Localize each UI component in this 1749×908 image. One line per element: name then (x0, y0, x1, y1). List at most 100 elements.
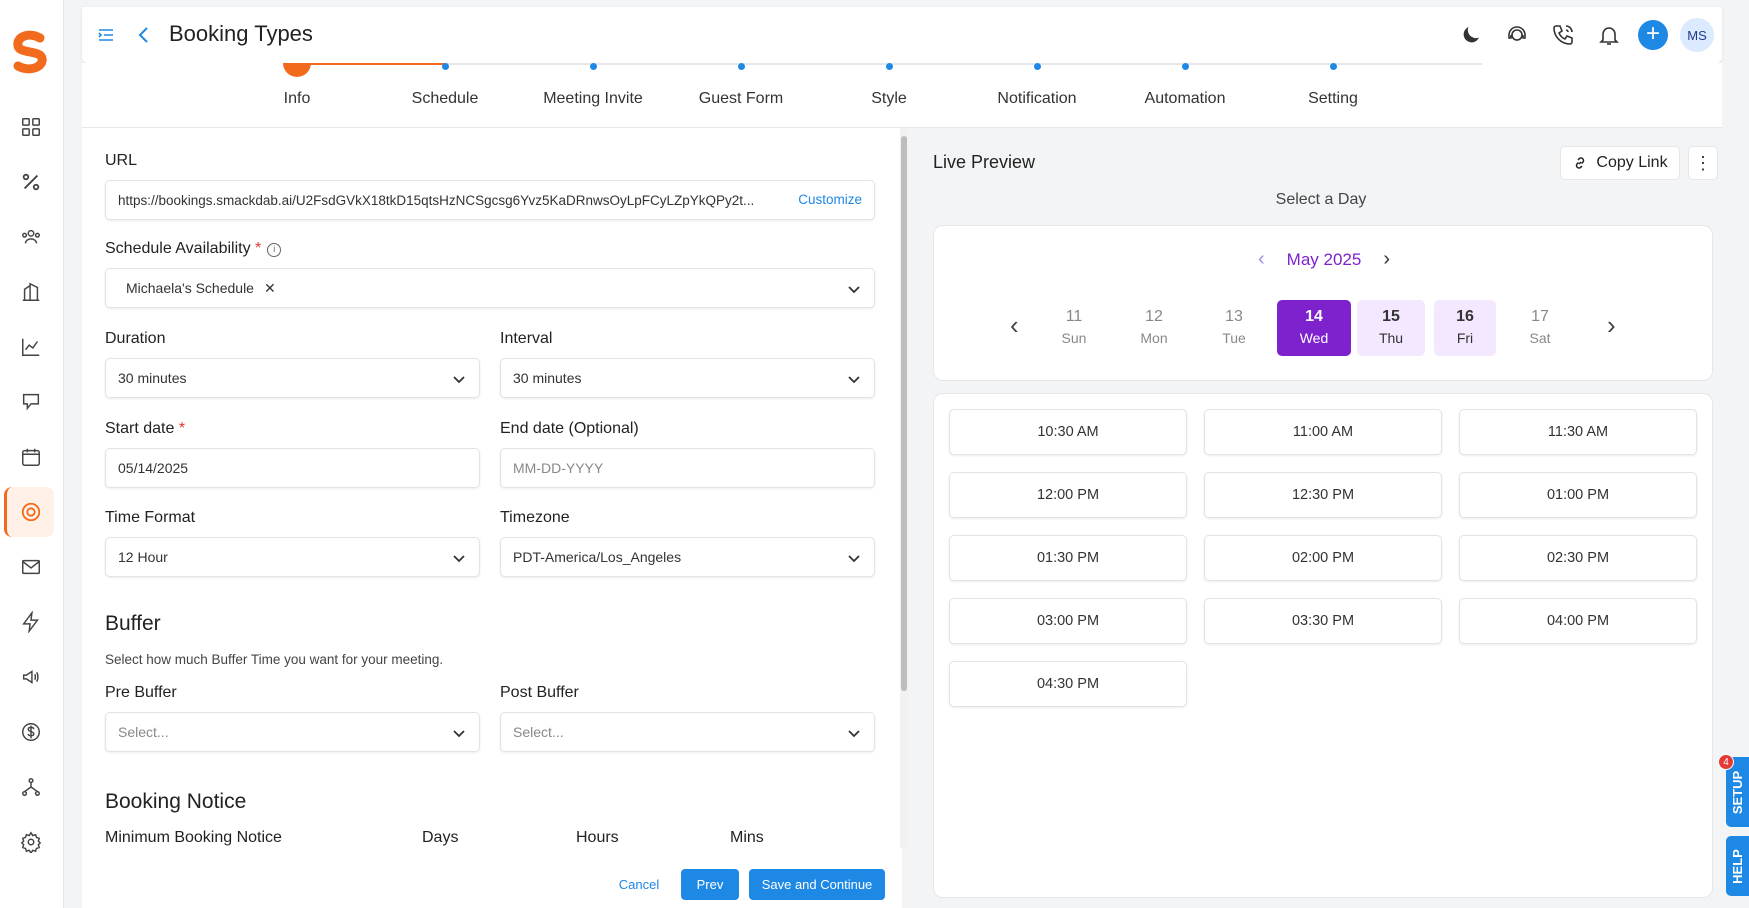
step-meeting-invite[interactable]: Meeting Invite (518, 63, 668, 107)
timezone-label: Timezone (500, 509, 570, 526)
step-info[interactable]: Info (222, 63, 372, 107)
more-options-icon[interactable]: ⋮ (1688, 146, 1718, 180)
remove-chip-icon[interactable]: ✕ (264, 280, 276, 297)
day-sun: 11 Sun (1061, 308, 1087, 346)
chevron-down-icon (453, 730, 465, 738)
time-slot[interactable]: 03:30 PM (1204, 598, 1442, 644)
help-tab[interactable]: HELP (1726, 836, 1749, 896)
end-date-input[interactable]: MM-DD-YYYY (500, 448, 875, 488)
chevron-down-icon (848, 730, 860, 738)
time-slots-card: 10:30 AM 11:00 AM 11:30 AM 12:00 PM 12:3… (933, 393, 1713, 898)
time-slot[interactable]: 01:30 PM (949, 535, 1187, 581)
support-agent-icon[interactable] (1500, 18, 1534, 52)
user-avatar[interactable]: MS (1680, 18, 1714, 52)
duration-select[interactable]: 30 minutes (105, 358, 480, 398)
time-slot[interactable]: 12:30 PM (1204, 472, 1442, 518)
next-week-chevron-icon[interactable]: › (1607, 310, 1616, 341)
booking-icon[interactable] (4, 487, 54, 537)
timezone-select[interactable]: PDT-America/Los_Angeles (500, 537, 875, 577)
prev-week-chevron-icon[interactable]: ‹ (1010, 310, 1019, 341)
post-buffer-select[interactable]: Select... (500, 712, 875, 752)
analytics-icon[interactable] (14, 330, 48, 364)
live-preview-title: Live Preview (933, 152, 1036, 172)
back-arrow-icon[interactable] (134, 25, 154, 45)
url-value: https://bookings.smackdab.ai/U2FsdGVkX18… (118, 192, 755, 208)
days-label: Days (422, 829, 459, 846)
url-field[interactable]: https://bookings.smackdab.ai/U2FsdGVkX18… (105, 180, 875, 220)
scrollbar-thumb[interactable] (901, 136, 907, 691)
sidebar (0, 0, 64, 908)
live-preview-panel: Live Preview Copy Link ⋮ Select a Day ‹ … (920, 128, 1722, 908)
app-logo[interactable] (10, 30, 50, 74)
interval-select[interactable]: 30 minutes (500, 358, 875, 398)
schedule-chip: Michaela's Schedule (126, 280, 254, 296)
chevron-down-icon (453, 555, 465, 563)
menu-toggle-icon[interactable] (96, 25, 116, 45)
contacts-icon[interactable] (14, 220, 48, 254)
lightning-icon[interactable] (14, 605, 48, 639)
page-title: Booking Types (169, 21, 313, 46)
time-slot[interactable]: 04:30 PM (949, 661, 1187, 707)
step-schedule[interactable]: Schedule (370, 63, 520, 107)
calendar-icon[interactable] (14, 440, 48, 474)
min-booking-notice-label: Minimum Booking Notice (105, 829, 282, 846)
customize-link[interactable]: Customize (798, 192, 862, 207)
info-icon[interactable]: i (267, 243, 282, 257)
step-guest-form[interactable]: Guest Form (666, 63, 816, 107)
chevron-down-icon (848, 555, 860, 563)
step-automation[interactable]: Automation (1110, 63, 1260, 107)
mins-label: Mins (730, 829, 764, 846)
mail-icon[interactable] (14, 550, 48, 584)
select-day-label: Select a Day (1275, 191, 1367, 208)
top-header: Booking Types + MS (82, 7, 1722, 63)
time-format-select[interactable]: 12 Hour (105, 537, 480, 577)
form-scrollbar[interactable] (900, 128, 908, 848)
settings-gear-icon[interactable] (14, 825, 48, 859)
month-label: May 2025 (1286, 249, 1362, 269)
notification-bell-icon[interactable] (1592, 18, 1626, 52)
prev-month-chevron-icon[interactable]: ‹ (1258, 248, 1265, 271)
schedule-availability-select[interactable]: Michaela's Schedule ✕ (105, 268, 875, 308)
time-slot[interactable]: 01:00 PM (1459, 472, 1697, 518)
time-slot[interactable]: 04:00 PM (1459, 598, 1697, 644)
day-thu[interactable]: 15 Thu (1357, 300, 1425, 356)
dark-mode-moon-icon[interactable] (1454, 18, 1488, 52)
time-slot[interactable]: 02:30 PM (1459, 535, 1697, 581)
day-wed-selected[interactable]: 14 Wed (1277, 300, 1351, 356)
workflow-icon[interactable] (14, 770, 48, 804)
hours-label: Hours (576, 829, 619, 846)
copy-link-button[interactable]: Copy Link (1560, 146, 1680, 180)
time-slot[interactable]: 03:00 PM (949, 598, 1187, 644)
pre-buffer-select[interactable]: Select... (105, 712, 480, 752)
add-new-plus-icon[interactable]: + (1638, 20, 1668, 50)
booking-notice-title: Booking Notice (105, 790, 247, 813)
time-slot[interactable]: 10:30 AM (949, 409, 1187, 455)
chevron-down-icon (848, 286, 860, 294)
cancel-button[interactable]: Cancel (604, 869, 674, 900)
start-date-label: Start date * (105, 420, 186, 437)
day-mon: 12 Mon (1140, 308, 1168, 346)
time-slot[interactable]: 11:30 AM (1459, 409, 1697, 455)
step-style[interactable]: Style (814, 63, 964, 107)
chevron-down-icon (848, 376, 860, 384)
percent-icon[interactable] (14, 165, 48, 199)
step-setting[interactable]: Setting (1258, 63, 1408, 107)
setup-badge: 4 (1718, 754, 1734, 770)
dashboard-icon[interactable] (14, 110, 48, 144)
tickets-icon[interactable] (14, 385, 48, 419)
prev-button[interactable]: Prev (681, 869, 739, 900)
phone-icon[interactable] (1546, 18, 1580, 52)
post-buffer-label: Post Buffer (500, 684, 579, 701)
time-slot[interactable]: 11:00 AM (1204, 409, 1442, 455)
day-fri[interactable]: 16 Fri (1434, 300, 1496, 356)
time-slot[interactable]: 02:00 PM (1204, 535, 1442, 581)
time-slot[interactable]: 12:00 PM (949, 472, 1187, 518)
link-icon (1576, 157, 1585, 169)
megaphone-icon[interactable] (14, 660, 48, 694)
save-and-continue-button[interactable]: Save and Continue (749, 869, 885, 900)
next-month-chevron-icon[interactable]: › (1383, 248, 1390, 271)
dollar-icon[interactable] (14, 715, 48, 749)
start-date-input[interactable]: 05/14/2025 (105, 448, 480, 488)
step-notification[interactable]: Notification (962, 63, 1112, 107)
company-icon[interactable] (14, 275, 48, 309)
